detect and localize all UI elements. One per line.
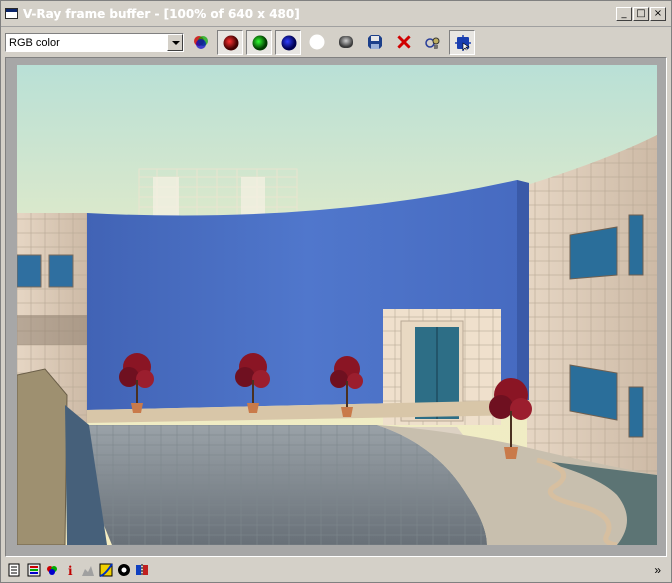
info-icon[interactable]: i bbox=[63, 563, 77, 577]
region-render-icon bbox=[455, 35, 471, 51]
channel-select[interactable]: RGB color bbox=[5, 33, 184, 52]
compare-icon[interactable] bbox=[135, 563, 149, 577]
window-icon bbox=[5, 8, 18, 19]
toolbar: RGB color bbox=[1, 27, 671, 57]
expand-panel-button[interactable]: » bbox=[654, 563, 661, 577]
clear-image-button[interactable] bbox=[391, 30, 417, 55]
svg-text:i: i bbox=[68, 564, 73, 577]
green-channel-icon bbox=[252, 35, 268, 51]
monochrome-icon bbox=[339, 36, 353, 48]
monochrome-button[interactable] bbox=[333, 30, 359, 55]
chevron-down-icon[interactable] bbox=[167, 34, 183, 51]
clear-icon bbox=[397, 35, 411, 49]
curve-icon[interactable] bbox=[99, 563, 113, 577]
region-render-button[interactable] bbox=[449, 30, 475, 55]
green-channel-button[interactable] bbox=[246, 30, 272, 55]
save-icon bbox=[368, 35, 382, 49]
save-image-button[interactable] bbox=[362, 30, 388, 55]
status-bar: i » bbox=[1, 559, 671, 582]
blue-channel-button[interactable] bbox=[275, 30, 301, 55]
channel-select-value: RGB color bbox=[9, 37, 60, 49]
duplicate-icon bbox=[425, 37, 440, 49]
rgb-channels-button[interactable] bbox=[188, 30, 214, 55]
minimize-button[interactable]: _ bbox=[616, 7, 632, 21]
maximize-button[interactable]: □ bbox=[633, 7, 649, 21]
blue-channel-icon bbox=[281, 35, 297, 51]
color-correction-icon[interactable] bbox=[27, 563, 41, 577]
vray-frame-buffer-window: V-Ray frame buffer - [100% of 640 x 480]… bbox=[0, 0, 672, 583]
levels-icon[interactable] bbox=[81, 563, 95, 577]
rgb-channels-icon bbox=[194, 36, 208, 49]
rendered-image bbox=[17, 65, 657, 545]
alpha-channel-button[interactable] bbox=[304, 30, 330, 55]
render-icon[interactable] bbox=[117, 563, 131, 577]
alpha-channel-icon bbox=[309, 34, 325, 50]
red-channel-icon bbox=[223, 35, 239, 51]
close-button[interactable]: × bbox=[650, 7, 666, 21]
title-bar[interactable]: V-Ray frame buffer - [100% of 640 x 480]… bbox=[1, 1, 671, 27]
red-channel-button[interactable] bbox=[217, 30, 243, 55]
history-icon[interactable] bbox=[7, 563, 21, 577]
lens-effects-icon[interactable] bbox=[45, 563, 59, 577]
render-viewport[interactable] bbox=[5, 57, 667, 557]
window-title: V-Ray frame buffer - [100% of 640 x 480] bbox=[23, 7, 300, 21]
duplicate-button[interactable] bbox=[420, 30, 446, 55]
